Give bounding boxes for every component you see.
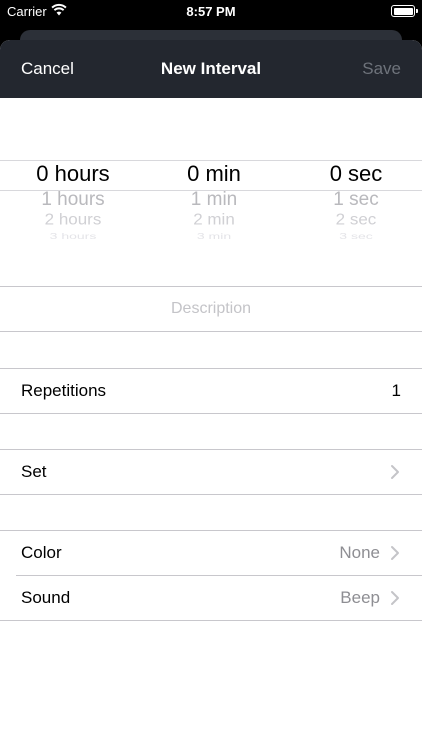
status-time: 8:57 PM (186, 4, 236, 19)
separator (0, 413, 422, 414)
duration-picker: 0 hours 1 hours 2 hours 3 hours 0 min 1 … (0, 98, 422, 286)
separator (0, 620, 422, 621)
description-input[interactable] (0, 287, 422, 331)
navigation-bar: Cancel New Interval Save (0, 40, 422, 98)
picker-row: 2 sec (335, 211, 377, 229)
picker-row: 3 sec (339, 231, 373, 241)
set-label: Set (21, 462, 47, 481)
repetitions-value: 1 (391, 381, 401, 400)
picker-row-selected: 0 hours (36, 161, 110, 186)
separator (0, 494, 422, 495)
picker-row: 3 min (196, 231, 232, 241)
cancel-button[interactable]: Cancel (21, 59, 74, 79)
picker-row: 2 min (193, 211, 235, 229)
save-button[interactable]: Save (362, 59, 401, 79)
sound-value: Beep (340, 588, 380, 607)
sound-label: Sound (21, 588, 71, 607)
new-interval-sheet: Cancel New Interval Save 0 hours 1 hours… (0, 40, 422, 750)
picker-row: 1 hours (41, 189, 105, 210)
color-value: None (339, 543, 380, 562)
chevron-right-icon (389, 545, 401, 561)
picker-row-selected: 0 sec (329, 161, 383, 186)
minutes-picker-column[interactable]: 0 min 1 min 2 min 3 min (144, 98, 284, 286)
picker-row-selected: 0 min (187, 161, 241, 186)
picker-row: 2 hours (44, 211, 102, 229)
separator (0, 331, 422, 332)
repetitions-row[interactable]: Repetitions 1 (0, 369, 422, 413)
set-row[interactable]: Set (0, 450, 422, 494)
picker-row: 3 hours (49, 231, 97, 241)
hours-picker-column[interactable]: 0 hours 1 hours 2 hours 3 hours (3, 98, 143, 286)
chevron-right-icon (389, 590, 401, 606)
picker-row: 1 min (190, 189, 238, 210)
chevron-right-icon (389, 464, 401, 480)
repetitions-label: Repetitions (21, 381, 107, 400)
battery-icon (391, 5, 418, 17)
status-bar: Carrier 8:57 PM (0, 0, 422, 24)
seconds-picker-column[interactable]: 0 sec 1 sec 2 sec 3 sec (286, 98, 422, 286)
picker-row: 1 sec (333, 189, 379, 210)
color-row[interactable]: Color None (0, 531, 422, 575)
color-label: Color (21, 543, 62, 562)
sound-row[interactable]: Sound Beep (0, 576, 422, 620)
